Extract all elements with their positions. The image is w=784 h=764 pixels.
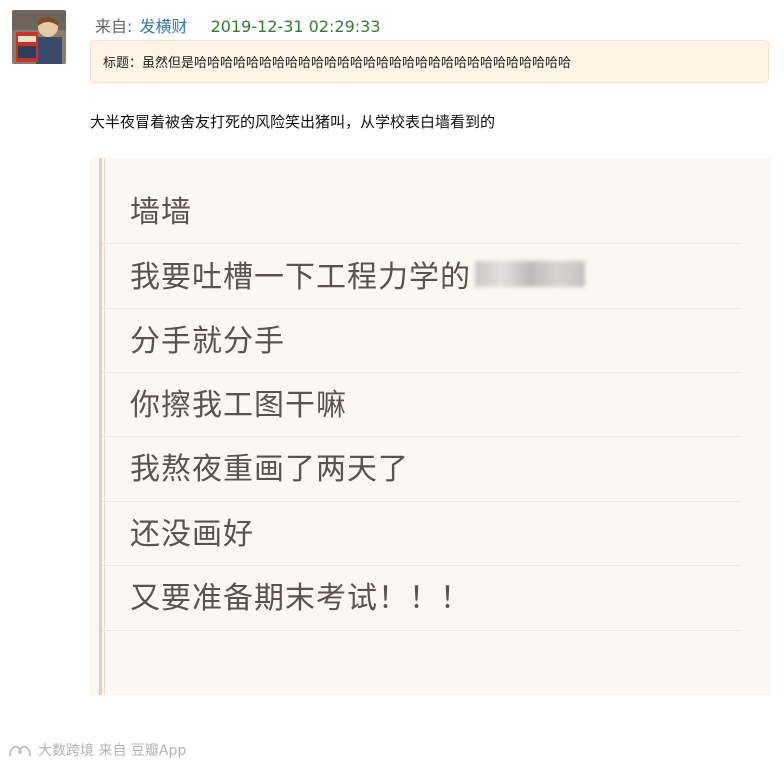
- image-line-3: 分手就分手: [130, 324, 285, 359]
- watermark-logo-icon: [8, 742, 34, 758]
- post-body: 大半夜冒着被舍友打死的风险笑出猪叫，从学校表白墙看到的: [90, 113, 496, 131]
- username-link[interactable]: 发横财: [140, 17, 188, 36]
- image-line-6: 还没画好: [130, 517, 254, 552]
- from-label: 来自:: [95, 17, 133, 36]
- image-line-7: 又要准备期末考试！！！: [130, 581, 471, 616]
- image-line-4: 你擦我工图干嘛: [130, 388, 347, 423]
- post-title: 标题：虽然但是哈哈哈哈哈哈哈哈哈哈哈哈哈哈哈哈哈哈哈哈哈哈哈哈哈哈哈哈哈: [103, 56, 572, 71]
- watermark-text: 大数跨境 来自 豆瓣App: [38, 743, 187, 759]
- image-line-1: 墙墙: [130, 195, 192, 230]
- notebook-margin-line: [99, 158, 102, 695]
- blurred-name: [475, 261, 585, 287]
- post-meta: 来自: 发横财 2019-12-31 02:29:33: [95, 13, 381, 37]
- post-title-box: 标题：虽然但是哈哈哈哈哈哈哈哈哈哈哈哈哈哈哈哈哈哈哈哈哈哈哈哈哈哈哈哈哈: [90, 40, 769, 83]
- image-line-5: 我熬夜重画了两天了: [130, 452, 409, 487]
- notebook-rule: [102, 630, 741, 631]
- watermark: 大数跨境 来自 豆瓣App: [8, 740, 186, 760]
- post-image[interactable]: 墙墙 我要吐槽一下工程力学的 分手就分手 你擦我工图干嘛 我熬夜重画了两天了 还…: [90, 158, 771, 695]
- notebook-margin-line-inner: [104, 158, 105, 695]
- image-line-2: 我要吐槽一下工程力学的: [130, 242, 740, 306]
- post-timestamp: 2019-12-31 02:29:33: [210, 17, 381, 36]
- user-avatar[interactable]: [12, 10, 66, 64]
